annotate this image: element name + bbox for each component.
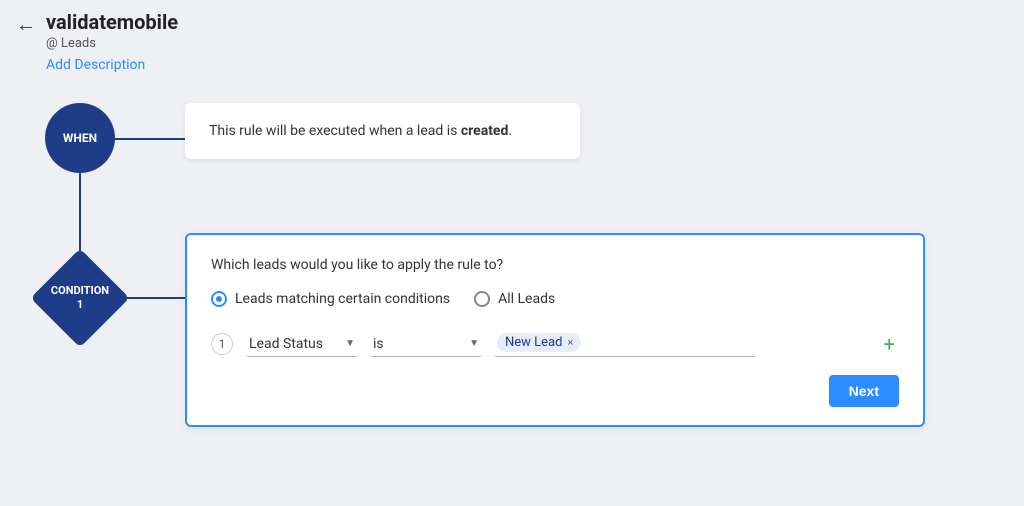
criteria-operator-dropdown[interactable]: is ▼ bbox=[371, 332, 481, 357]
condition-node-label: CONDITION 1 bbox=[30, 284, 130, 313]
workflow-title: validatemobile bbox=[46, 10, 178, 34]
workflow-canvas: WHEN This rule will be executed when a l… bbox=[0, 73, 1024, 493]
criteria-row: 1 Lead Status ▼ is ▼ New Lead × + bbox=[211, 331, 899, 357]
module-name: Leads bbox=[61, 36, 96, 51]
add-criteria-icon[interactable]: + bbox=[880, 332, 899, 356]
radio-all[interactable]: All Leads bbox=[474, 291, 555, 307]
criteria-field-dropdown[interactable]: Lead Status ▼ bbox=[247, 332, 357, 357]
next-button[interactable]: Next bbox=[829, 375, 899, 407]
when-text-before: This rule will be executed when a lead i… bbox=[209, 123, 461, 139]
condition-label-text: CONDITION bbox=[51, 284, 109, 297]
module-subtitle: @ Leads bbox=[46, 36, 178, 51]
chevron-down-icon: ▼ bbox=[469, 338, 479, 349]
condition-label-number: 1 bbox=[77, 298, 83, 311]
module-prefix: @ bbox=[46, 36, 58, 51]
radio-group: Leads matching certain conditions All Le… bbox=[211, 291, 899, 307]
criteria-operator-value: is bbox=[373, 336, 384, 352]
connector-when-card bbox=[115, 138, 185, 140]
value-chip-label: New Lead bbox=[505, 335, 562, 350]
radio-matching[interactable]: Leads matching certain conditions bbox=[211, 291, 450, 307]
when-node-label: WHEN bbox=[63, 131, 97, 145]
condition-card: Which leads would you like to apply the … bbox=[185, 233, 925, 427]
add-description-link[interactable]: Add Description bbox=[46, 57, 178, 73]
radio-matching-label: Leads matching certain conditions bbox=[235, 291, 450, 307]
radio-icon-unselected bbox=[474, 291, 490, 307]
chevron-down-icon: ▼ bbox=[345, 338, 355, 349]
chip-remove-icon[interactable]: × bbox=[567, 336, 573, 349]
when-card[interactable]: This rule will be executed when a lead i… bbox=[185, 103, 580, 159]
criteria-value-input[interactable]: New Lead × bbox=[495, 331, 755, 357]
when-text-after: . bbox=[508, 123, 512, 139]
value-chip: New Lead × bbox=[497, 333, 581, 352]
when-text-bold: created bbox=[461, 123, 509, 139]
condition-node[interactable]: CONDITION 1 bbox=[30, 248, 130, 348]
radio-all-label: All Leads bbox=[498, 291, 555, 307]
when-node[interactable]: WHEN bbox=[45, 103, 115, 173]
condition-footer: Next bbox=[211, 375, 899, 407]
radio-icon-selected bbox=[211, 291, 227, 307]
back-arrow-icon[interactable]: ← bbox=[16, 10, 36, 34]
criteria-field-value: Lead Status bbox=[249, 336, 323, 352]
criteria-row-number: 1 bbox=[211, 333, 233, 355]
header-main: validatemobile @ Leads Add Description bbox=[46, 10, 178, 73]
condition-question: Which leads would you like to apply the … bbox=[211, 257, 899, 273]
page-header: ← validatemobile @ Leads Add Description bbox=[0, 0, 1024, 73]
